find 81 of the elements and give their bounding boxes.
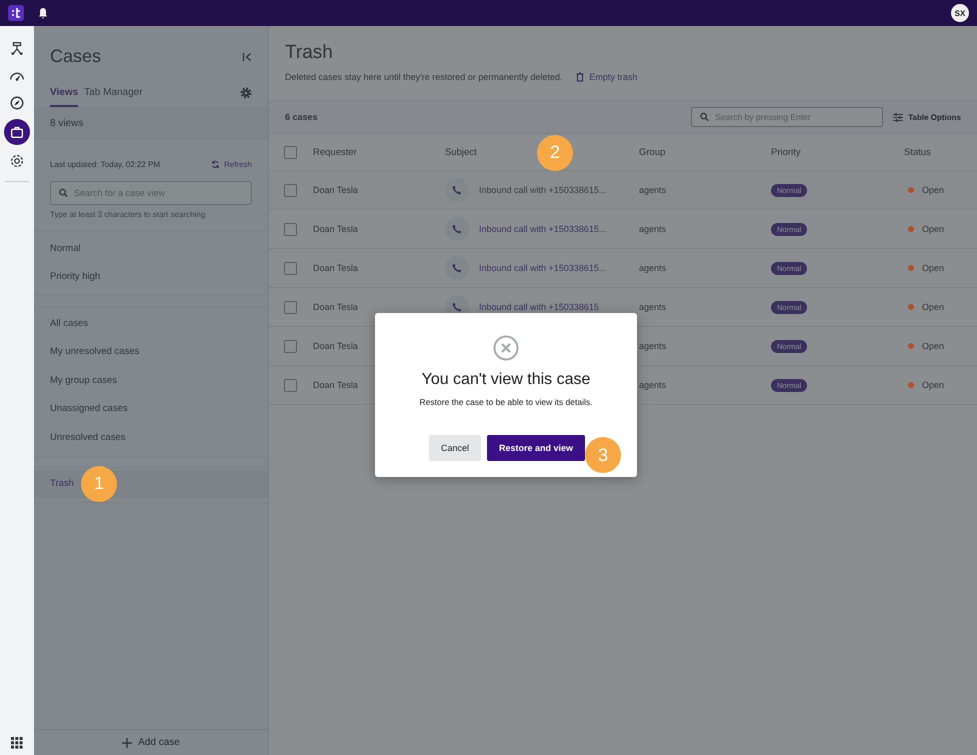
sliders-icon bbox=[893, 112, 904, 122]
select-all-checkbox[interactable] bbox=[284, 146, 297, 158]
nav-button[interactable] bbox=[4, 119, 30, 145]
last-updated-text: Last updated: Today, 02:22 PM bbox=[50, 160, 160, 169]
row-checkbox[interactable] bbox=[284, 184, 297, 196]
status-text: Open bbox=[922, 302, 944, 312]
view-item[interactable]: My group cases bbox=[34, 366, 268, 394]
dialog-message: Restore the case to be able to view its details. bbox=[420, 397, 592, 407]
refresh-icon bbox=[210, 160, 220, 169]
plus-icon bbox=[122, 738, 132, 748]
row-checkbox[interactable] bbox=[284, 262, 297, 274]
page-title: Trash bbox=[285, 42, 334, 64]
subject-link[interactable]: Inbound call with +150338615 bbox=[479, 302, 599, 312]
view-item[interactable]: All cases bbox=[34, 309, 268, 338]
view-item[interactable]: Priority high bbox=[34, 262, 268, 291]
table-cell-text: agents bbox=[639, 185, 668, 195]
refresh-button[interactable]: Refresh bbox=[210, 160, 252, 169]
settings-icon[interactable] bbox=[240, 87, 252, 99]
table-cell-text: agents bbox=[639, 380, 668, 390]
row-checkbox[interactable] bbox=[284, 378, 297, 392]
trash-icon bbox=[576, 72, 584, 82]
settings-icon bbox=[9, 153, 25, 169]
page-description: Deleted cases stay here until they're restored or permanently deleted. bbox=[285, 72, 562, 82]
dialog-title: You can't view this case bbox=[422, 371, 590, 389]
table-cell-text: agents bbox=[639, 341, 668, 351]
status-text: Open bbox=[922, 224, 944, 234]
collapse-icon[interactable] bbox=[242, 52, 252, 62]
status-text: Open bbox=[922, 341, 944, 351]
status-text: Open bbox=[922, 185, 944, 195]
sidebar-title: Cases bbox=[50, 46, 102, 67]
view-item[interactable]: Unassigned cases bbox=[34, 394, 268, 423]
row-checkbox[interactable] bbox=[284, 340, 297, 352]
bell-icon[interactable] bbox=[38, 7, 48, 19]
cancel-button[interactable]: Cancel bbox=[428, 435, 481, 461]
table-cell-text: Doan Tesla bbox=[313, 302, 359, 312]
column-header[interactable]: Status bbox=[904, 146, 931, 158]
view-item[interactable]: My unresolved cases bbox=[34, 338, 268, 366]
step-marker: 2 bbox=[537, 134, 573, 170]
phone-icon bbox=[445, 178, 469, 202]
status-text: Open bbox=[922, 380, 944, 390]
error-icon bbox=[493, 335, 519, 361]
subject-link[interactable]: Inbound call with +150338615... bbox=[479, 185, 606, 195]
view-item[interactable]: Unresolved cases bbox=[34, 423, 268, 452]
compass-icon bbox=[9, 95, 25, 111]
column-header[interactable]: Priority bbox=[771, 146, 801, 158]
table-cell-text: agents bbox=[639, 263, 668, 273]
subject-link[interactable]: Inbound call with +150338615... bbox=[479, 224, 606, 234]
subject-link[interactable]: Inbound call with +150338615... bbox=[479, 263, 606, 273]
table-cell-text: agents bbox=[639, 302, 668, 312]
table-cell-text: Doan Tesla bbox=[313, 263, 359, 273]
user-avatar[interactable]: SX bbox=[951, 4, 969, 22]
column-header[interactable]: Subject bbox=[445, 146, 477, 158]
status-text: Open bbox=[922, 263, 944, 273]
app-grid-icon[interactable] bbox=[11, 737, 23, 749]
search-hint: Type at least 3 characters to start searching bbox=[34, 205, 268, 232]
column-header[interactable]: Group bbox=[639, 146, 666, 158]
tab[interactable]: Tab Manager bbox=[84, 83, 143, 107]
table-cell-text: Doan Tesla bbox=[313, 224, 359, 234]
view-item[interactable]: Normal bbox=[34, 234, 268, 262]
step-marker: 1 bbox=[81, 466, 117, 502]
row-checkbox[interactable] bbox=[284, 222, 297, 236]
search-icon bbox=[59, 188, 68, 198]
workflow-icon bbox=[9, 41, 25, 57]
logo-icon[interactable] bbox=[8, 5, 24, 21]
table-options-button[interactable]: Table Options bbox=[893, 112, 961, 122]
add-case-button[interactable]: Add case bbox=[34, 729, 268, 755]
briefcase-icon bbox=[9, 124, 25, 140]
restore-button[interactable]: Restore and view bbox=[486, 435, 585, 461]
search-icon bbox=[700, 112, 710, 122]
column-header[interactable]: Requester bbox=[313, 146, 357, 158]
table-cell-text: agents bbox=[639, 224, 668, 234]
table-cell-text: Doan Tesla bbox=[313, 380, 359, 390]
row-checkbox[interactable] bbox=[284, 300, 297, 314]
table-cell-text: Doan Tesla bbox=[313, 185, 359, 195]
phone-icon bbox=[445, 256, 469, 280]
step-marker: 3 bbox=[585, 437, 621, 473]
case-count: 6 cases bbox=[285, 112, 319, 122]
phone-icon bbox=[445, 217, 469, 241]
views-count: 8 views bbox=[34, 108, 268, 140]
table-cell-text: Doan Tesla bbox=[313, 341, 359, 351]
empty-trash-link[interactable]: Empty trash bbox=[576, 72, 638, 82]
